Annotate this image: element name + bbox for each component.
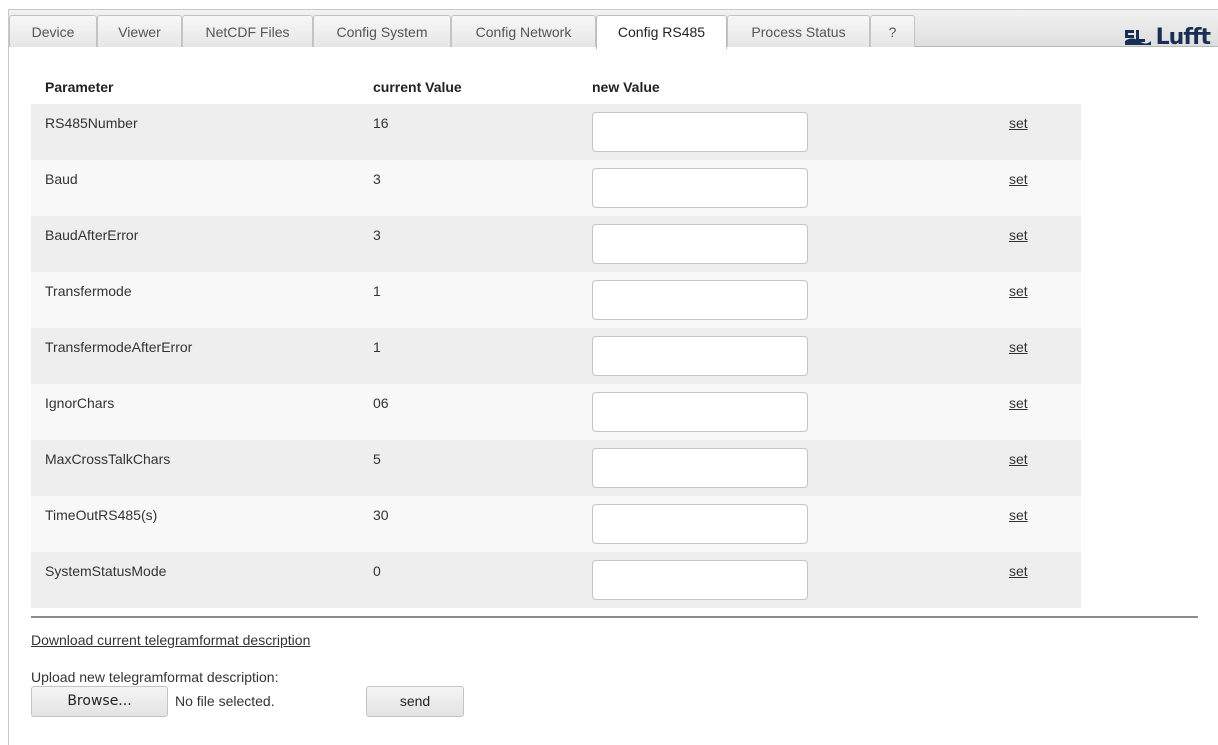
column-header-parameter: Parameter <box>45 79 114 95</box>
current-value: 1 <box>373 283 381 299</box>
new-value-input[interactable] <box>592 392 808 432</box>
column-header-current-value: current Value <box>373 79 462 95</box>
table-row: Transfermode 1 set <box>31 272 1081 328</box>
set-link[interactable]: set <box>1009 507 1028 523</box>
lufft-logo: Lufft <box>1123 24 1211 50</box>
upload-label: Upload new telegramformat description: <box>31 669 279 685</box>
table-row: RS485Number 16 set <box>31 104 1081 160</box>
section-divider <box>31 616 1198 618</box>
tab-help[interactable]: ? <box>870 15 915 47</box>
parameter-name: IgnorChars <box>45 395 115 411</box>
set-link[interactable]: set <box>1009 115 1028 131</box>
new-value-input[interactable] <box>592 280 808 320</box>
tab-viewer[interactable]: Viewer <box>97 15 182 47</box>
new-value-input[interactable] <box>592 168 808 208</box>
current-value: 30 <box>373 507 389 523</box>
parameter-name: TransfermodeAfterError <box>45 339 193 355</box>
download-telegramformat-link[interactable]: Download current telegramformat descript… <box>31 632 310 648</box>
new-value-input[interactable] <box>592 504 808 544</box>
current-value: 16 <box>373 115 389 131</box>
new-value-input[interactable] <box>592 112 808 152</box>
set-link[interactable]: set <box>1009 171 1028 187</box>
logo-text: Lufft <box>1155 24 1211 50</box>
tab-config-network[interactable]: Config Network <box>451 15 596 47</box>
file-status: No file selected. <box>175 693 275 709</box>
tab-config-system[interactable]: Config System <box>313 15 451 47</box>
set-link[interactable]: set <box>1009 563 1028 579</box>
table-row: BaudAfterError 3 set <box>31 216 1081 272</box>
tab-bar: Device Viewer NetCDF Files Config System… <box>9 10 1218 50</box>
parameter-name: Baud <box>45 171 78 187</box>
table-row: MaxCrossTalkChars 5 set <box>31 440 1081 496</box>
current-value: 06 <box>373 395 389 411</box>
parameter-name: TimeOutRS485(s) <box>45 507 158 523</box>
tab-device[interactable]: Device <box>9 15 97 47</box>
tab-config-rs485[interactable]: Config RS485 <box>596 15 727 49</box>
parameter-name: SystemStatusMode <box>45 563 167 579</box>
new-value-input[interactable] <box>592 448 808 488</box>
table-row: TimeOutRS485(s) 30 set <box>31 496 1081 552</box>
new-value-input[interactable] <box>592 560 808 600</box>
set-link[interactable]: set <box>1009 339 1028 355</box>
current-value: 5 <box>373 451 381 467</box>
table-row: IgnorChars 06 set <box>31 384 1081 440</box>
set-link[interactable]: set <box>1009 283 1028 299</box>
new-value-input[interactable] <box>592 224 808 264</box>
table-row: Baud 3 set <box>31 160 1081 216</box>
table-row: TransfermodeAfterError 1 set <box>31 328 1081 384</box>
browse-button[interactable]: Browse... <box>31 686 168 717</box>
set-link[interactable]: set <box>1009 451 1028 467</box>
parameter-name: BaudAfterError <box>45 227 139 243</box>
current-value: 3 <box>373 171 381 187</box>
set-link[interactable]: set <box>1009 395 1028 411</box>
current-value: 1 <box>373 339 381 355</box>
current-value: 3 <box>373 227 381 243</box>
lufft-logo-icon <box>1124 30 1151 45</box>
parameter-name: Transfermode <box>45 283 132 299</box>
send-button[interactable]: send <box>366 686 464 717</box>
tab-process-status[interactable]: Process Status <box>727 15 870 47</box>
column-header-new-value: new Value <box>592 79 660 95</box>
table-row: SystemStatusMode 0 set <box>31 552 1081 608</box>
current-value: 0 <box>373 563 381 579</box>
set-link[interactable]: set <box>1009 227 1028 243</box>
new-value-input[interactable] <box>592 336 808 376</box>
parameter-name: RS485Number <box>45 115 138 131</box>
parameter-name: MaxCrossTalkChars <box>45 451 171 467</box>
tab-netcdf-files[interactable]: NetCDF Files <box>182 15 313 47</box>
